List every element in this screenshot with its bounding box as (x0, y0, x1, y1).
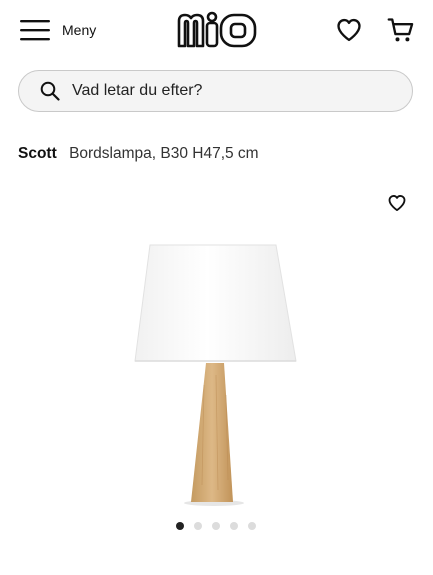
carousel-dot-2[interactable] (194, 522, 202, 530)
hamburger-icon (20, 20, 50, 41)
menu-label: Meny (62, 22, 97, 38)
carousel-dot-5[interactable] (248, 522, 256, 530)
product-image-table-lamp[interactable] (120, 235, 320, 515)
carousel-dot-3[interactable] (212, 522, 220, 530)
product-title: Scott Bordslampa, B30 H47,5 cm (18, 145, 259, 163)
favorite-heart-icon[interactable] (387, 193, 407, 213)
search-input[interactable] (72, 82, 372, 100)
mio-logo[interactable] (176, 11, 258, 49)
menu-button[interactable]: Meny (20, 16, 96, 44)
product-brand: Scott (18, 145, 57, 162)
search-bar[interactable] (18, 70, 413, 112)
carousel-dot-1[interactable] (176, 522, 184, 530)
carousel-dot-4[interactable] (230, 522, 238, 530)
product-name: Bordslampa, B30 H47,5 cm (69, 145, 259, 162)
carousel-dots (176, 522, 256, 530)
top-bar: Meny (0, 0, 433, 62)
wishlist-heart-icon[interactable] (335, 16, 363, 44)
cart-icon[interactable] (387, 16, 415, 44)
search-icon (40, 81, 60, 101)
